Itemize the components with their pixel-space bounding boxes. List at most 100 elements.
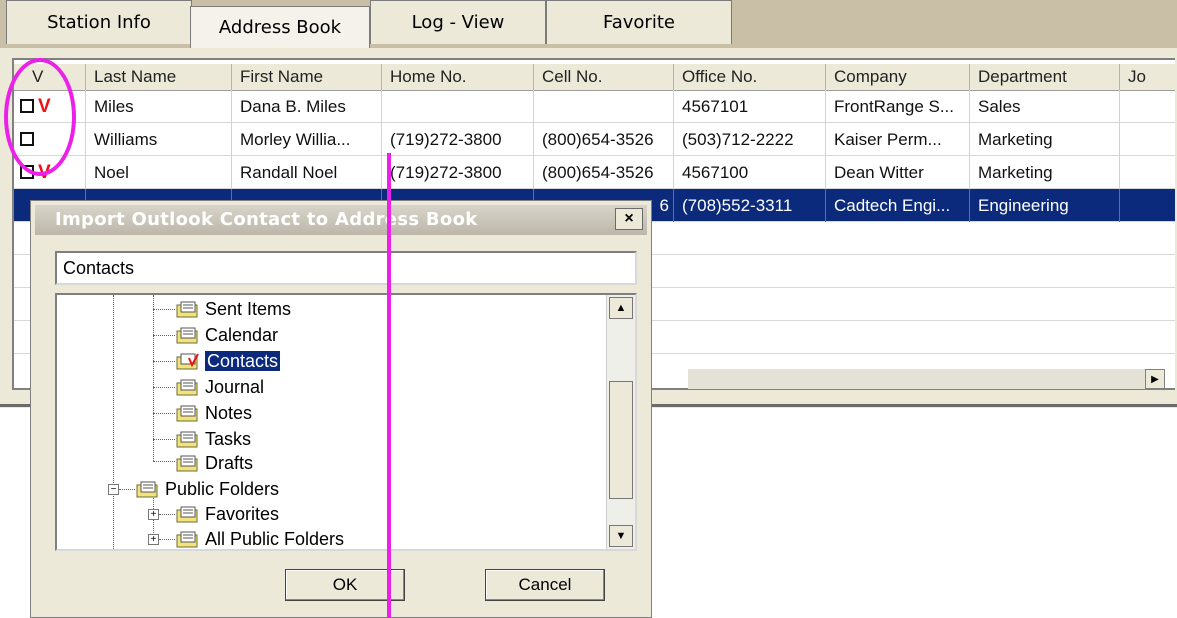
tree-item-drafts[interactable]: Drafts	[175, 451, 253, 475]
department-cell: Sales	[970, 90, 1120, 123]
outlook-folder-tree[interactable]: Sent Items Calendar Contacts Journal Not…	[55, 293, 637, 551]
col-header-department[interactable]: Department	[970, 64, 1120, 90]
expand-icon[interactable]: +	[148, 534, 159, 545]
tree-item-label: Calendar	[205, 325, 279, 345]
collapse-icon[interactable]: −	[108, 484, 119, 495]
tree-connector	[113, 295, 114, 549]
tree-branch	[153, 413, 175, 414]
folder-icon	[176, 431, 198, 448]
folder-icon	[176, 531, 198, 548]
tree-branch	[153, 361, 175, 362]
folder-icon	[176, 455, 198, 472]
annotation-line	[387, 153, 391, 618]
folder-icon	[136, 481, 158, 498]
tree-branch	[159, 514, 175, 515]
tree-vertical-scrollbar[interactable]: ▲ ▼	[606, 295, 635, 549]
tree-item-sent-items[interactable]: Sent Items	[175, 297, 291, 321]
scrollbar-thumb[interactable]	[609, 381, 633, 499]
tree-item-tasks[interactable]: Tasks	[175, 427, 251, 451]
jo-cell	[1120, 189, 1177, 222]
tree-item-label: Journal	[205, 377, 265, 397]
col-header-cell-no[interactable]: Cell No.	[534, 64, 674, 90]
col-header-home-no[interactable]: Home No.	[382, 64, 534, 90]
tree-branch	[153, 461, 175, 462]
tree-item-notes[interactable]: Notes	[175, 401, 252, 425]
jo-cell	[1120, 123, 1177, 156]
tree-item-contacts[interactable]: Contacts	[175, 349, 281, 373]
folder-icon	[176, 327, 198, 344]
company-cell: FrontRange S...	[826, 90, 970, 123]
home-no-cell: (719)272-3800	[382, 156, 534, 189]
office-no-cell: (503)712-2222	[674, 123, 826, 156]
last-name-cell: Noel	[86, 156, 232, 189]
office-no-cell: 4567101	[674, 90, 826, 123]
tree-item-all-public-folders[interactable]: All Public Folders	[175, 527, 345, 549]
jo-cell	[1120, 90, 1177, 123]
tab-favorite[interactable]: Favorite	[546, 0, 732, 44]
company-cell: Kaiser Perm...	[826, 123, 970, 156]
home-no-cell	[382, 90, 534, 123]
col-header-jo[interactable]: Jo	[1120, 64, 1177, 90]
tree-branch	[153, 439, 175, 440]
tree-item-label: Drafts	[205, 453, 254, 473]
tree-item-favorites[interactable]: Favorites	[175, 502, 279, 526]
cell-no-cell: (800)654-3526	[534, 123, 674, 156]
tree-branch	[119, 489, 135, 490]
tree-item-label: Favorites	[205, 504, 280, 524]
jo-cell	[1120, 156, 1177, 189]
grid-header: V Last Name First Name Home No. Cell No.…	[14, 64, 1175, 91]
department-cell: Marketing	[970, 123, 1120, 156]
cell-no-cell	[534, 90, 674, 123]
tree-item-calendar[interactable]: Calendar	[175, 323, 278, 347]
last-name-cell: Miles	[86, 90, 232, 123]
tree-branch	[159, 539, 175, 540]
scroll-up-icon[interactable]: ▲	[609, 297, 633, 319]
tree-connector	[153, 295, 154, 461]
import-outlook-dialog: Import Outlook Contact to Address Book ×…	[30, 200, 652, 618]
contacts-folder-icon	[176, 353, 199, 370]
scroll-right-icon[interactable]: ▶	[1145, 369, 1165, 389]
tab-log-view[interactable]: Log - View	[370, 0, 546, 44]
folder-icon	[176, 506, 198, 523]
tree-item-label: Sent Items	[205, 299, 292, 319]
tab-address-book[interactable]: Address Book	[190, 6, 370, 48]
tree-item-label: Contacts	[205, 351, 281, 371]
cell-no-cell: (800)654-3526	[534, 156, 674, 189]
scroll-down-icon[interactable]: ▼	[609, 525, 633, 547]
col-header-first-name[interactable]: First Name	[232, 64, 382, 90]
expand-icon[interactable]: +	[148, 509, 159, 520]
tree-item-public-folders[interactable]: Public Folders	[135, 477, 279, 501]
close-icon[interactable]: ×	[615, 208, 643, 230]
dialog-title: Import Outlook Contact to Address Book	[35, 205, 647, 235]
home-no-cell: (719)272-3800	[382, 123, 534, 156]
folder-icon	[176, 379, 198, 396]
table-row[interactable]: Williams Morley Willia... (719)272-3800 …	[14, 123, 1175, 156]
folder-path-field[interactable]: Contacts	[55, 251, 637, 285]
table-row[interactable]: V Noel Randall Noel (719)272-3800 (800)6…	[14, 156, 1175, 189]
company-cell: Dean Witter	[826, 156, 970, 189]
office-no-cell: (708)552-3311	[674, 189, 826, 222]
tab-bar: Station Info Address Book Log - View Fav…	[0, 0, 1177, 48]
cancel-button[interactable]: Cancel	[485, 569, 605, 601]
folder-icon	[176, 301, 198, 318]
col-header-last-name[interactable]: Last Name	[86, 64, 232, 90]
table-row[interactable]: V Miles Dana B. Miles 4567101 FrontRange…	[14, 90, 1175, 123]
tree-item-label: Tasks	[205, 429, 252, 449]
tree-branch	[153, 309, 175, 310]
department-cell: Marketing	[970, 156, 1120, 189]
office-no-cell: 4567100	[674, 156, 826, 189]
first-name-cell: Morley Willia...	[232, 123, 382, 156]
last-name-cell: Williams	[86, 123, 232, 156]
tree-item-label: All Public Folders	[205, 529, 345, 549]
col-header-company[interactable]: Company	[826, 64, 970, 90]
col-header-office-no[interactable]: Office No.	[674, 64, 826, 90]
annotation-circle	[4, 58, 76, 176]
tree-item-journal[interactable]: Journal	[175, 375, 264, 399]
tree-item-label: Public Folders	[165, 479, 280, 499]
folder-icon	[176, 405, 198, 422]
horizontal-scrollbar[interactable]	[688, 369, 1158, 389]
first-name-cell: Randall Noel	[232, 156, 382, 189]
tab-station-info[interactable]: Station Info	[6, 0, 192, 44]
department-cell: Engineering	[970, 189, 1120, 222]
tree-branch	[153, 335, 175, 336]
